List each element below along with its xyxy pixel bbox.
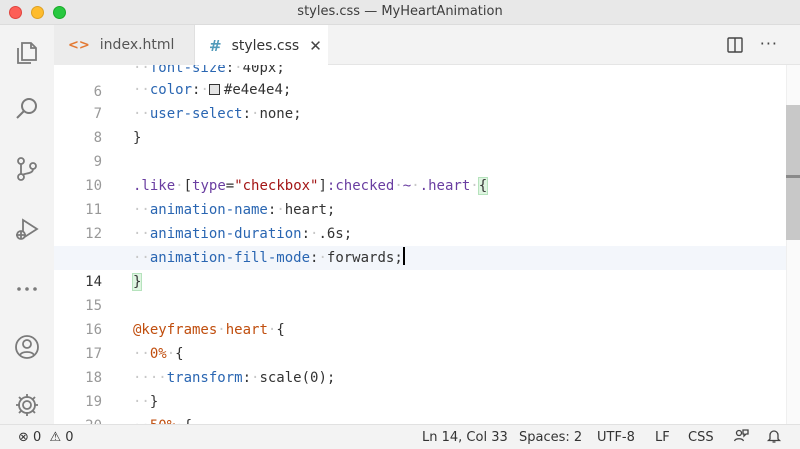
text-cursor: [402, 247, 405, 265]
warning-count: 0: [65, 430, 74, 445]
code-line: 16: [54, 294, 800, 338]
color-swatch[interactable]: [208, 84, 220, 95]
code-editor[interactable]: 6 ··font-size:·40px; 7 ··color:· #e4e4e4;…: [54, 65, 800, 424]
code-line: 9 }: [54, 126, 800, 170]
code-line: 12 ··animation-name:·heart;: [54, 198, 800, 242]
search-icon[interactable]: [11, 93, 43, 125]
tab-bar: <> index.html # styles.css ✕ ···: [54, 25, 800, 66]
problems-indicator[interactable]: ⊗ 0 ⚠ 0: [18, 430, 74, 445]
account-icon[interactable]: [11, 331, 43, 363]
split-editor-icon[interactable]: [726, 36, 744, 54]
feedback-icon[interactable]: [733, 428, 749, 448]
code-line: 21 ··50%·{: [54, 414, 800, 424]
code-line: 17 @keyframes·heart·{: [54, 318, 800, 362]
more-actions-icon[interactable]: ···: [760, 34, 778, 53]
warning-icon: ⚠: [49, 430, 62, 445]
code-line: 13 ··animation-duration:·.6s;: [54, 222, 800, 266]
code-line: 18 ··0%·{: [54, 342, 800, 386]
code-line: 20 ··}: [54, 390, 800, 424]
indentation-setting[interactable]: Spaces: 2: [519, 430, 582, 445]
code-line: 8 ··user-select:·none;: [54, 102, 800, 146]
notifications-bell-icon[interactable]: [766, 428, 782, 448]
cursor-position[interactable]: Ln 14, Col 33: [422, 430, 508, 445]
source-control-icon[interactable]: [11, 153, 43, 185]
encoding-setting[interactable]: UTF-8: [597, 430, 635, 445]
activity-bar: [0, 25, 54, 424]
tab-label: styles.css: [231, 37, 300, 54]
language-mode[interactable]: CSS: [688, 430, 714, 445]
scrollbar-thumb[interactable]: [786, 105, 800, 240]
tab-index-html[interactable]: <> index.html: [54, 25, 195, 65]
html-file-icon: <>: [68, 37, 90, 53]
window-title: styles.css — MyHeartAnimation: [297, 4, 503, 19]
code-line: 10: [54, 150, 800, 194]
title-bar: styles.css — MyHeartAnimation: [0, 0, 800, 25]
settings-gear-icon[interactable]: [11, 389, 43, 421]
status-bar: ⊗ 0 ⚠ 0 Ln 14, Col 33 Spaces: 2 UTF-8 LF…: [0, 424, 800, 449]
overview-ruler-cursor-mark: [786, 175, 800, 178]
code-line-current: 14 ··animation-fill-mode:·forwards;: [54, 246, 800, 290]
code-line: 11 .like·[type="checkbox"]:checked·~·.he…: [54, 174, 800, 218]
code-line: 15 }: [54, 270, 800, 314]
css-file-icon: #: [209, 36, 222, 55]
close-icon[interactable]: ✕: [309, 37, 322, 55]
error-icon: ⊗: [18, 430, 29, 445]
code-line: 7 ··color:· #e4e4e4;: [54, 78, 800, 122]
tab-label: index.html: [99, 37, 175, 53]
explorer-icon[interactable]: [11, 37, 43, 69]
tab-styles-css[interactable]: # styles.css ✕: [195, 25, 328, 66]
more-icon[interactable]: [11, 273, 43, 305]
error-count: 0: [33, 430, 42, 445]
eol-setting[interactable]: LF: [655, 430, 670, 445]
run-debug-icon[interactable]: [11, 213, 43, 245]
code-line: 19 ····transform:·scale(0);: [54, 366, 800, 410]
